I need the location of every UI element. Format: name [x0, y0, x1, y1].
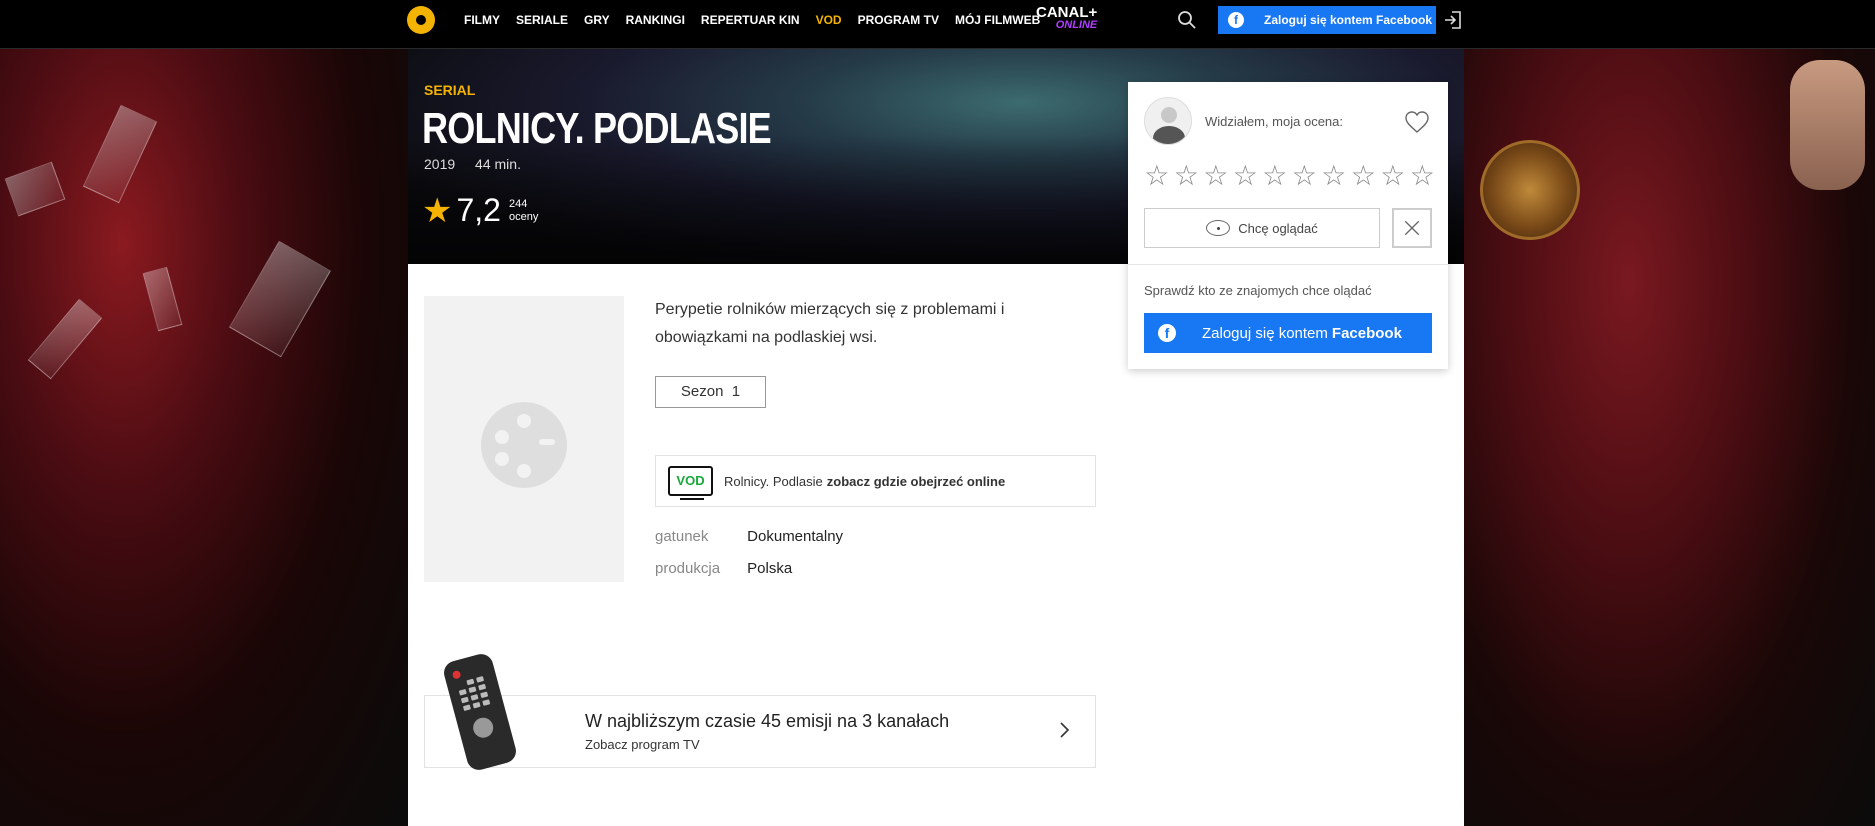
season-selector[interactable]: Sezon 1 [655, 376, 766, 408]
nav-item-filmy[interactable]: FILMY [464, 13, 500, 27]
facebook-icon: f [1228, 12, 1244, 28]
nav-item-seriale[interactable]: SERIALE [516, 13, 568, 27]
tv-schedule-link[interactable]: Zobacz program TV [585, 737, 700, 752]
eye-icon [1206, 220, 1231, 236]
rating-star-10[interactable]: ☆ [1408, 161, 1438, 191]
rating-star-2[interactable]: ☆ [1172, 161, 1202, 191]
rating-stars: ☆ ☆ ☆ ☆ ☆ ☆ ☆ ☆ ☆ ☆ [1142, 161, 1437, 191]
nav-item-program-tv[interactable]: PROGRAM TV [858, 13, 939, 27]
facebook-login-prefix: Zaloguj się kontem [1202, 324, 1328, 342]
rating-star-1[interactable]: ☆ [1142, 161, 1172, 191]
avatar [1144, 97, 1192, 145]
season-value: 1 [731, 383, 741, 400]
not-interested-button[interactable] [1392, 208, 1432, 248]
canal-plus-online-link[interactable]: CANAL+ ONLINE [1036, 5, 1097, 32]
rating-star-5[interactable]: ☆ [1260, 161, 1290, 191]
vod-where-to-watch[interactable]: VOD Rolnicy. Podlasie zobacz gdzie obejr… [655, 455, 1096, 507]
content-type-label[interactable]: SERIAL [424, 82, 475, 98]
page-title: ROLNICY. PODLASIE [422, 104, 772, 153]
info-row-genre: gatunek Dokumentalny [655, 528, 843, 545]
nav-item-repertuar-kin[interactable]: REPERTUAR KIN [701, 13, 800, 27]
rating-star-8[interactable]: ☆ [1349, 161, 1379, 191]
votes-count: 244 [508, 197, 528, 210]
background-amulet [1480, 140, 1580, 240]
description: Perypetie rolników mierzących się z prob… [655, 301, 1005, 346]
nav-item-vod[interactable]: VOD [816, 13, 842, 27]
search-icon[interactable] [1177, 10, 1197, 30]
duration: 44 min. [475, 156, 521, 172]
chevron-right-icon[interactable] [1057, 721, 1071, 739]
seen-rating-label: Widziałem, moja ocena: [1205, 114, 1343, 129]
rating-value: 7,2 [456, 192, 501, 228]
info-value-production[interactable]: Polska [747, 560, 792, 577]
vod-title: Rolnicy. Podlasie [724, 473, 823, 489]
star-icon: ★ [422, 191, 453, 230]
login-icon[interactable] [1444, 10, 1462, 30]
main-nav: FILMY SERIALE GRY RANKINGI REPERTUAR KIN… [464, 13, 1056, 27]
vod-link[interactable]: zobacz gdzie obejrzeć online [827, 474, 1005, 489]
rating-star-4[interactable]: ☆ [1231, 161, 1261, 191]
info-key: gatunek [655, 528, 709, 545]
rating-star-3[interactable]: ☆ [1201, 161, 1231, 191]
facebook-login-brand: Facebook [1331, 324, 1402, 342]
facebook-icon: f [1158, 324, 1176, 342]
background-hand [1790, 60, 1865, 190]
film-reel-icon [481, 402, 567, 488]
heart-icon[interactable] [1404, 110, 1430, 134]
community-rating: ★ 7,2 244 oceny [422, 192, 538, 229]
info-key: produkcja [655, 560, 721, 577]
vod-tv-icon: VOD [668, 466, 713, 500]
rating-star-7[interactable]: ☆ [1319, 161, 1349, 191]
background-art-left [0, 49, 408, 826]
rating-star-9[interactable]: ☆ [1378, 161, 1408, 191]
want-to-watch-label: Chcę oglądać [1238, 220, 1318, 236]
votes-label: oceny [508, 210, 539, 223]
facebook-login-button-top[interactable]: f Zaloguj się kontem Facebook [1218, 6, 1436, 34]
facebook-login-label: Zaloguj się kontem Facebook [1264, 13, 1433, 27]
panel-divider [1128, 264, 1448, 265]
facebook-login-button[interactable]: f Zaloguj się kontem Facebook [1144, 313, 1432, 353]
info-row-production: produkcja Polska [655, 560, 792, 577]
friends-prompt: Sprawdź kto ze znajomych chce olądać [1144, 283, 1372, 298]
year: 2019 [424, 156, 456, 172]
season-label: Sezon [680, 383, 724, 400]
logo-icon[interactable] [407, 6, 435, 34]
nav-item-rankingi[interactable]: RANKINGI [626, 13, 685, 27]
tv-schedule-title: W najbliższym czasie 45 emisji na 3 kana… [585, 711, 950, 731]
title-meta: 2019 44 min. [424, 156, 537, 172]
nav-item-gry[interactable]: GRY [584, 13, 610, 27]
want-to-watch-button[interactable]: Chcę oglądać [1144, 208, 1380, 248]
rating-star-6[interactable]: ☆ [1290, 161, 1320, 191]
nav-item-moj-filmweb[interactable]: MÓJ FILMWEB [955, 13, 1040, 27]
rating-count: 244 oceny [509, 198, 538, 224]
info-value-genre[interactable]: Dokumentalny [747, 528, 843, 545]
